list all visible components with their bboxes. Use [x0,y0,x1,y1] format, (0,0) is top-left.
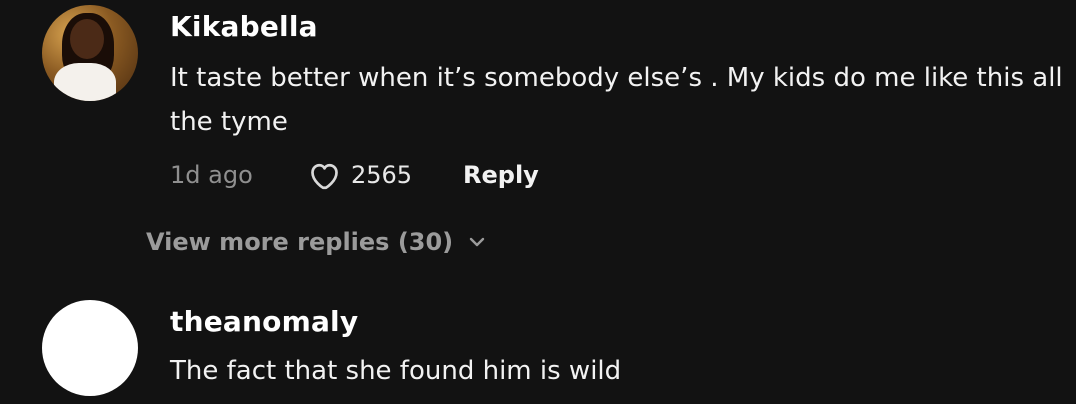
chevron-down-icon [469,237,485,247]
view-more-replies-button[interactable]: View more replies (30) [146,228,487,256]
avatar[interactable] [42,5,138,101]
view-more-replies-label: View more replies (30) [146,228,454,256]
reply-button[interactable]: Reply [463,161,539,189]
comment-text: It taste better when it’s somebody else’… [170,63,1063,137]
comment-meta-row: 1d ago 2565 Reply [170,155,539,195]
comment-text: The fact that she found him is wild [170,356,622,386]
avatar-face-shape [70,19,104,59]
comment-username[interactable]: theanomaly [170,305,358,338]
comment-timestamp: 1d ago [170,161,253,189]
heart-icon[interactable] [305,157,341,193]
comment-username[interactable]: Kikabella [170,10,318,43]
avatar[interactable] [42,300,138,396]
avatar-shirt-shape [54,63,116,101]
like-count: 2565 [351,161,413,189]
